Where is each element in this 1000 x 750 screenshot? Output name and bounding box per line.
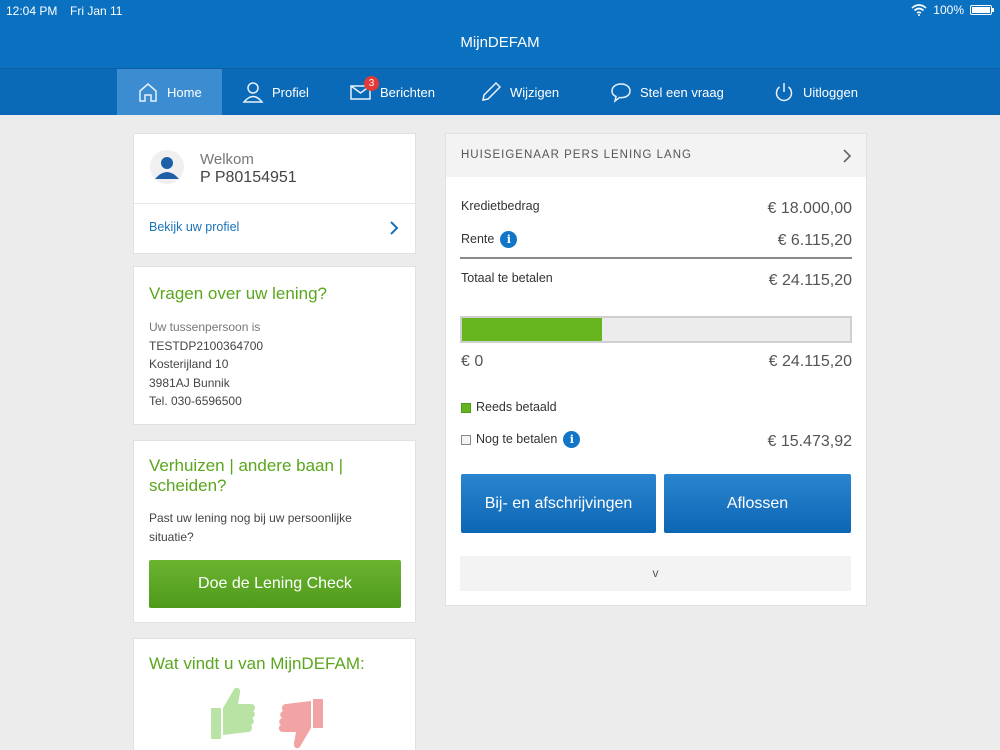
view-profile-link[interactable]: Bekijk uw profiel — [134, 204, 415, 254]
total-value: € 24.115,20 — [768, 272, 852, 289]
avatar-icon — [150, 150, 184, 184]
advisor-phone[interactable]: Tel. 030-6596500 — [149, 392, 242, 411]
nav-ask-question[interactable]: Stel een vraag — [610, 69, 724, 115]
sum-divider — [460, 257, 852, 259]
chevron-right-icon — [390, 221, 399, 235]
power-icon — [775, 83, 793, 102]
nav-edit-label: Wijzigen — [510, 84, 560, 100]
advisor-street: Kosterijland 10 — [149, 357, 229, 371]
remaining-value: € 15.473,92 — [767, 433, 852, 450]
messages-badge: 3 — [364, 76, 379, 91]
legend-paid-label: Reeds betaald — [476, 400, 557, 414]
status-bar: 12:04 PM Fri Jan 11 100% — [0, 0, 1000, 22]
loan-check-title: Verhuizen | andere baan | scheiden? — [149, 456, 344, 495]
thumbs-down-icon[interactable] — [277, 695, 327, 750]
status-date: Fri Jan 11 — [70, 4, 123, 18]
loan-check-card: Verhuizen | andere baan | scheiden? Past… — [133, 440, 416, 623]
pencil-icon — [482, 81, 502, 101]
nav-home[interactable]: Home — [117, 69, 222, 115]
loan-check-text: Past uw lening nog bij uw persoonlijke s… — [149, 511, 352, 544]
transactions-button[interactable]: Bij- en afschrijvingen — [461, 474, 656, 533]
welcome-card: Welkom P P80154951 Bekijk uw profiel — [133, 133, 416, 254]
loan-card: HUISEIGENAAR PERS LENING LANG Kredietbed… — [445, 133, 867, 606]
battery-icon — [970, 5, 994, 15]
feedback-title: Wat vindt u van MijnDEFAM: — [149, 654, 365, 673]
loan-name: HUISEIGENAAR PERS LENING LANG — [461, 149, 692, 161]
credit-label: Kredietbedrag — [461, 199, 540, 213]
nav-edit[interactable]: Wijzigen — [480, 69, 559, 115]
legend-remaining-swatch — [461, 434, 471, 445]
advisor-title: Vragen over uw lening? — [149, 284, 327, 303]
interest-row: Rente i — [461, 231, 518, 248]
nav-messages-label: Berichten — [380, 84, 435, 100]
wifi-icon — [911, 4, 927, 16]
loan-check-button[interactable]: Doe de Lening Check — [149, 560, 401, 608]
expand-details-button[interactable]: v — [460, 556, 851, 591]
scale-max: € 24.115,20 — [768, 353, 852, 370]
app-title: MijnDEFAM — [460, 34, 540, 51]
nav-logout-label: Uitloggen — [803, 84, 858, 100]
interest-label: Rente — [461, 231, 495, 246]
thumbs-up-icon[interactable] — [207, 683, 257, 743]
nav-messages[interactable]: 3 Berichten — [350, 69, 435, 115]
advisor-intro: Uw tussenpersoon is — [149, 320, 261, 334]
nav-profile-label: Profiel — [272, 84, 309, 100]
scale-min: € 0 — [461, 353, 484, 370]
nav-home-label: Home — [167, 84, 202, 100]
feedback-card: Wat vindt u van MijnDEFAM: — [133, 638, 416, 750]
status-right: 100% — [911, 3, 994, 17]
main-nav: Home Profiel 3 Berichten Wijzigen Stel e… — [0, 68, 1000, 115]
remaining-info-icon[interactable]: i — [563, 431, 581, 448]
repayment-progress-fill — [462, 318, 602, 341]
nav-logout[interactable]: Uitloggen — [773, 69, 858, 115]
welcome-label: Welkom — [200, 151, 254, 168]
legend-remaining-label: Nog te betalen — [476, 431, 558, 446]
legend-paid-swatch — [461, 402, 471, 413]
legend-remaining: Nog te betalen i — [461, 431, 581, 448]
repay-button[interactable]: Aflossen — [664, 474, 851, 533]
user-icon — [242, 82, 264, 103]
battery-percentage: 100% — [933, 3, 964, 17]
chevron-right-icon — [843, 149, 852, 163]
app-header: 12:04 PM Fri Jan 11 100% MijnDEFAM — [0, 0, 1000, 68]
chat-bubble-icon — [611, 83, 631, 103]
legend-paid: Reeds betaald — [461, 400, 557, 414]
interest-info-icon[interactable]: i — [500, 231, 518, 248]
advisor-city: 3981AJ Bunnik — [149, 375, 230, 390]
home-icon — [139, 83, 157, 102]
advisor-card: Vragen over uw lening? Uw tussenpersoon … — [133, 266, 416, 425]
repayment-progress-bar — [460, 316, 852, 343]
nav-ask-label: Stel een vraag — [640, 84, 724, 100]
advisor-name: TESTDP2100364700 — [149, 338, 264, 353]
status-time: 12:04 PM — [6, 4, 58, 18]
interest-value: € 6.115,20 — [777, 232, 852, 249]
credit-value: € 18.000,00 — [767, 200, 852, 217]
view-profile-label: Bekijk uw profiel — [149, 220, 240, 234]
loan-header[interactable]: HUISEIGENAAR PERS LENING LANG — [446, 134, 866, 177]
user-id: P P80154951 — [200, 169, 297, 186]
nav-profile[interactable]: Profiel — [242, 69, 309, 115]
total-label: Totaal te betalen — [461, 271, 553, 285]
